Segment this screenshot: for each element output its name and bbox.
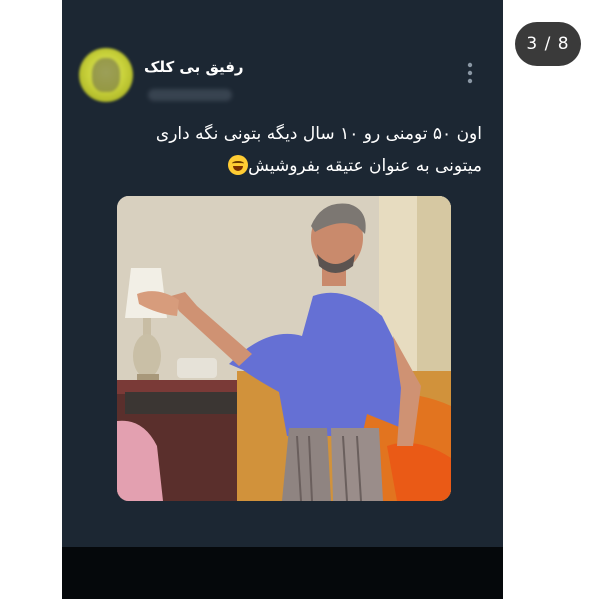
tweet-text-line-2-wrap: میتونی به عنوان عتیقه بفروشیش (132, 150, 482, 182)
user-handle-blurred (148, 89, 232, 101)
left-margin (0, 0, 62, 599)
user-name[interactable]: رفیق بی کلک (144, 58, 244, 76)
grinning-sweat-face-emoji-icon (228, 155, 249, 175)
right-margin (503, 0, 600, 599)
user-avatar[interactable] (79, 48, 133, 102)
tweet-text-line-1: اون ۵۰ تومنی رو ۱۰ سال دیگه بتونی نگه دا… (155, 124, 482, 144)
tweet-attached-photo[interactable] (117, 196, 451, 501)
tweet-text: اون ۵۰ تومنی رو ۱۰ سال دیگه بتونی نگه دا… (132, 118, 482, 182)
tweet-screenshot: رفیق بی کلک اون ۵۰ تومنی رو ۱۰ سال دیگه … (62, 0, 503, 599)
more-options-icon[interactable] (467, 62, 473, 84)
story-counter-badge: 3 / 8 (515, 22, 581, 66)
bottom-black-bar (62, 547, 503, 599)
tweet-text-line-2: میتونی به عنوان عتیقه بفروشیش (248, 156, 482, 176)
